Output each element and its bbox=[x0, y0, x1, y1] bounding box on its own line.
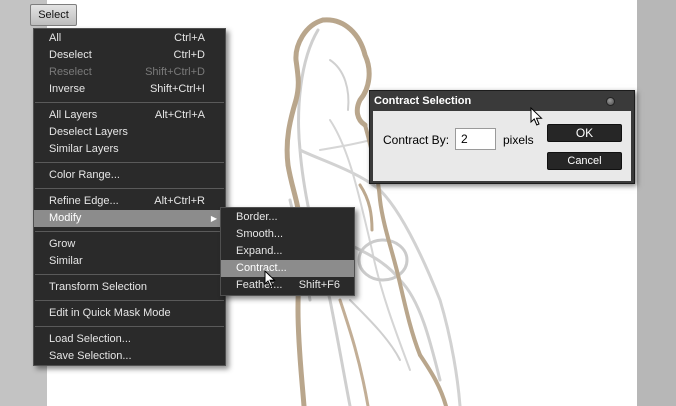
submenu-item-shortcut: Shift+F6 bbox=[298, 279, 340, 291]
menu-item-shortcut: Alt+Ctrl+A bbox=[154, 109, 205, 121]
menu-item-label: Similar bbox=[49, 255, 83, 267]
menu-separator bbox=[35, 300, 224, 301]
menu-item-shortcut: Ctrl+A bbox=[174, 32, 205, 44]
menu-item-label: Modify bbox=[49, 212, 82, 224]
close-icon[interactable] bbox=[606, 97, 615, 106]
menu-item-label: All Layers bbox=[49, 109, 98, 121]
menu-item-modify[interactable]: Modify ▶ bbox=[34, 210, 225, 227]
menu-item-shortcut: Shift+Ctrl+D bbox=[145, 66, 205, 78]
menu-item-label: Deselect Layers bbox=[49, 126, 128, 138]
mouse-pointer-icon bbox=[530, 107, 543, 126]
cancel-button[interactable]: Cancel bbox=[547, 152, 622, 170]
menu-item-label: Refine Edge... bbox=[49, 195, 119, 207]
menu-item-inverse[interactable]: Inverse Shift+Ctrl+I bbox=[34, 81, 225, 98]
menu-item-grow[interactable]: Grow bbox=[34, 236, 225, 253]
menu-item-label: All bbox=[49, 32, 62, 44]
submenu-item-contract[interactable]: Contract... bbox=[221, 260, 354, 277]
submenu-item-label: Expand... bbox=[236, 245, 283, 257]
menu-item-shortcut: Ctrl+D bbox=[173, 49, 205, 61]
submenu-item-expand[interactable]: Expand... bbox=[221, 243, 354, 260]
ok-button[interactable]: OK bbox=[547, 124, 622, 142]
menu-item-label: Save Selection... bbox=[49, 350, 132, 362]
menu-item-transform-selection[interactable]: Transform Selection bbox=[34, 279, 225, 296]
menu-item-label: Color Range... bbox=[49, 169, 120, 181]
menu-item-shortcut: Alt+Ctrl+R bbox=[154, 195, 205, 207]
select-menu-button[interactable]: Select bbox=[30, 4, 77, 26]
menu-item-deselect[interactable]: Deselect Ctrl+D bbox=[34, 47, 225, 64]
submenu-item-feather[interactable]: Feather... Shift+F6 bbox=[221, 277, 354, 294]
submenu-arrow-icon: ▶ bbox=[210, 214, 217, 223]
contract-by-label: Contract By: bbox=[383, 133, 450, 147]
menu-separator bbox=[35, 231, 224, 232]
submenu-item-label: Border... bbox=[236, 211, 278, 223]
menu-separator bbox=[35, 102, 224, 103]
dialog-title: Contract Selection bbox=[370, 91, 634, 111]
menu-separator bbox=[35, 162, 224, 163]
menu-item-load-selection[interactable]: Load Selection... bbox=[34, 331, 225, 348]
menu-item-label: Reselect bbox=[49, 66, 92, 78]
menu-item-label: Transform Selection bbox=[49, 281, 148, 293]
contract-by-input[interactable] bbox=[455, 128, 496, 150]
mouse-pointer-icon bbox=[264, 270, 276, 288]
menu-item-similar[interactable]: Similar bbox=[34, 253, 225, 270]
workspace-frame bbox=[637, 0, 676, 406]
menu-item-similar-layers[interactable]: Similar Layers bbox=[34, 141, 225, 158]
menu-item-color-range[interactable]: Color Range... bbox=[34, 167, 225, 184]
menu-item-edit-in-quick-mask-mode[interactable]: Edit in Quick Mask Mode bbox=[34, 305, 225, 322]
menu-item-all[interactable]: All Ctrl+A bbox=[34, 30, 225, 47]
menu-item-deselect-layers[interactable]: Deselect Layers bbox=[34, 124, 225, 141]
menu-item-label: Load Selection... bbox=[49, 333, 131, 345]
menu-separator bbox=[35, 326, 224, 327]
menu-item-label: Grow bbox=[49, 238, 76, 250]
submenu-item-border[interactable]: Border... bbox=[221, 209, 354, 226]
dialog-body: Contract By: pixels OK Cancel bbox=[373, 111, 631, 181]
units-label: pixels bbox=[503, 133, 534, 147]
menu-item-label: Edit in Quick Mask Mode bbox=[49, 307, 171, 319]
modify-submenu: Border... Smooth... Expand... Contract... Fe… bbox=[220, 207, 355, 296]
contract-selection-dialog: Contract Selection Contract By: pixels O… bbox=[369, 90, 635, 184]
menu-separator bbox=[35, 188, 224, 189]
menu-item-all-layers[interactable]: All Layers Alt+Ctrl+A bbox=[34, 107, 225, 124]
menu-separator bbox=[35, 274, 224, 275]
menu-item-label: Deselect bbox=[49, 49, 92, 61]
submenu-item-smooth[interactable]: Smooth... bbox=[221, 226, 354, 243]
submenu-item-label: Contract... bbox=[236, 262, 287, 274]
submenu-item-label: Smooth... bbox=[236, 228, 284, 240]
menu-item-save-selection[interactable]: Save Selection... bbox=[34, 348, 225, 365]
menu-item-refine-edge[interactable]: Refine Edge... Alt+Ctrl+R bbox=[34, 193, 225, 210]
select-menu: All Ctrl+A Deselect Ctrl+D Reselect Shift+Ctr… bbox=[33, 28, 226, 366]
menu-item-shortcut: Shift+Ctrl+I bbox=[149, 83, 205, 95]
menu-item-label: Similar Layers bbox=[49, 143, 119, 155]
menu-item-label: Inverse bbox=[49, 83, 86, 95]
menu-item-reselect[interactable]: Reselect Shift+Ctrl+D bbox=[34, 64, 225, 81]
